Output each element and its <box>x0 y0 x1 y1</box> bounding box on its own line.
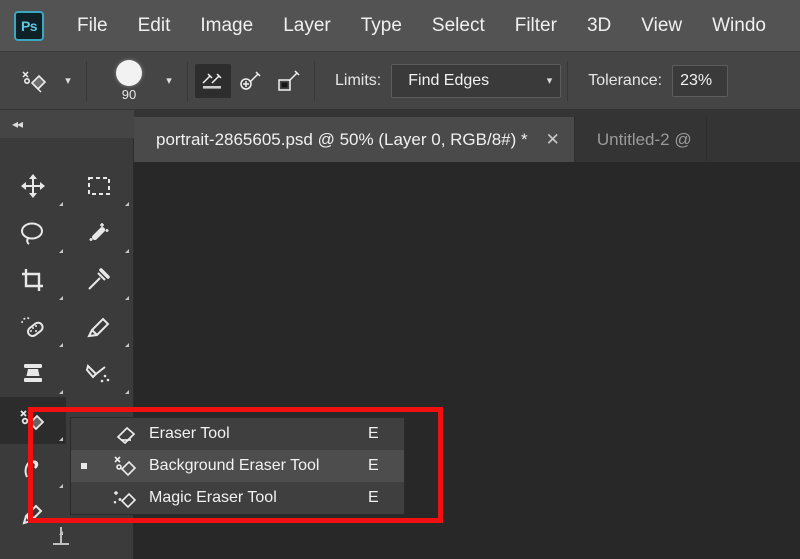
tab-title: portrait-2865605.psd @ 50% (Layer 0, RGB… <box>156 129 528 149</box>
flyout-corner-icon <box>59 437 63 441</box>
tool-magic-wand[interactable] <box>66 209 132 256</box>
background-eraser-icon[interactable] <box>12 60 56 102</box>
menu-item-filter[interactable]: Filter <box>500 0 572 52</box>
menu-item-3d[interactable]: 3D <box>572 0 626 52</box>
tool-eraser[interactable] <box>0 397 66 444</box>
menu-bar: Ps File Edit Image Layer Type Select Fil… <box>0 0 800 52</box>
menu-item-edit[interactable]: Edit <box>123 0 186 52</box>
sampling-background-swatch-button[interactable] <box>271 64 307 98</box>
tool-move[interactable] <box>0 162 66 209</box>
magic-eraser-icon <box>109 487 143 509</box>
sampling-continuous-button[interactable] <box>195 63 231 98</box>
tool-panel-collapse-button[interactable]: ◂◂ <box>0 110 134 138</box>
tool-pen[interactable] <box>0 491 66 538</box>
flyout-corner-icon <box>125 249 129 253</box>
menu-item-layer[interactable]: Layer <box>268 0 346 52</box>
flyout-item-eraser-tool[interactable]: Eraser Tool E <box>71 418 404 450</box>
selected-marker-icon <box>81 463 87 469</box>
divider <box>567 60 569 101</box>
tool-dodge[interactable] <box>0 444 66 491</box>
tool-clone-stamp[interactable] <box>0 350 66 397</box>
tolerance-input[interactable]: 23% <box>672 64 729 97</box>
flyout-corner-icon <box>59 249 63 253</box>
chevron-down-icon: ▾ <box>546 75 553 87</box>
flyout-corner-icon <box>125 390 129 394</box>
divider <box>187 60 188 101</box>
tolerance-label: Tolerance: <box>588 71 663 89</box>
brush-size-preview[interactable]: 90 <box>101 55 157 107</box>
options-bar: ▾ 90 ▾ Limits: Find Edges ▾ Tolerance: 2… <box>0 52 800 110</box>
limits-dropdown[interactable]: Find Edges ▾ <box>391 63 562 98</box>
flyout-item-label: Background Eraser Tool <box>149 457 320 474</box>
limits-value: Find Edges <box>408 71 490 89</box>
tool-crop[interactable] <box>0 256 66 303</box>
tab-untitled-2[interactable]: Untitled-2 @ <box>574 117 707 162</box>
flyout-corner-icon <box>59 484 63 488</box>
menu-item-view[interactable]: View <box>626 0 697 52</box>
limits-label: Limits: <box>335 71 382 89</box>
brush-tip-circle-icon <box>116 59 142 86</box>
tool-history-brush[interactable] <box>66 350 132 397</box>
tool-preset-chevron-down-icon[interactable]: ▾ <box>56 61 80 101</box>
tab-portrait-psd[interactable]: portrait-2865605.psd @ 50% (Layer 0, RGB… <box>134 117 575 162</box>
flyout-item-background-eraser-tool[interactable]: Background Eraser Tool E <box>71 450 404 482</box>
flyout-item-shortcut: E <box>368 489 379 506</box>
divider <box>314 60 315 101</box>
menu-item-select[interactable]: Select <box>417 0 500 52</box>
flyout-item-label: Magic Eraser Tool <box>149 489 277 506</box>
flyout-corner-icon <box>125 202 129 206</box>
photoshop-window: Ps File Edit Image Layer Type Select Fil… <box>0 0 800 559</box>
tool-spot-healing[interactable] <box>0 303 66 350</box>
divider <box>86 60 87 101</box>
menu-item-image[interactable]: Image <box>185 0 268 52</box>
flyout-corner-icon <box>59 343 63 347</box>
eraser-icon <box>109 424 143 444</box>
eraser-tool-flyout: Eraser Tool E Background Eraser Tool E M… <box>70 417 405 515</box>
tool-lasso[interactable] <box>0 209 66 256</box>
brush-size-label: 90 <box>121 86 137 102</box>
photoshop-logo-icon: Ps <box>14 10 44 41</box>
background-eraser-icon <box>109 455 143 477</box>
double-chevron-left-icon: ◂◂ <box>12 117 23 131</box>
menu-item-file[interactable]: File <box>62 0 123 52</box>
document-tab-bar: portrait-2865605.psd @ 50% (Layer 0, RGB… <box>134 110 800 162</box>
close-icon[interactable]: ✕ <box>546 130 560 150</box>
menu-item-window[interactable]: Windo <box>697 0 781 52</box>
tool-brush[interactable] <box>66 303 132 350</box>
flyout-item-shortcut: E <box>368 457 379 474</box>
tool-eyedropper[interactable] <box>66 256 132 303</box>
brush-chevron-down-icon[interactable]: ▾ <box>157 61 181 101</box>
flyout-item-shortcut: E <box>368 425 379 442</box>
tool-marquee[interactable] <box>66 162 132 209</box>
menu-item-type[interactable]: Type <box>346 0 417 52</box>
flyout-corner-icon <box>59 202 63 206</box>
tool-panel-bottom-marker <box>53 527 69 545</box>
flyout-corner-icon <box>59 296 63 300</box>
flyout-corner-icon <box>125 296 129 300</box>
flyout-item-label: Eraser Tool <box>149 425 230 442</box>
flyout-corner-icon <box>59 390 63 394</box>
flyout-item-magic-eraser-tool[interactable]: Magic Eraser Tool E <box>71 482 404 514</box>
flyout-corner-icon <box>125 343 129 347</box>
tab-title: Untitled-2 @ <box>596 129 692 149</box>
sampling-once-button[interactable] <box>233 64 269 98</box>
photoshop-logo-text: Ps <box>20 17 38 34</box>
